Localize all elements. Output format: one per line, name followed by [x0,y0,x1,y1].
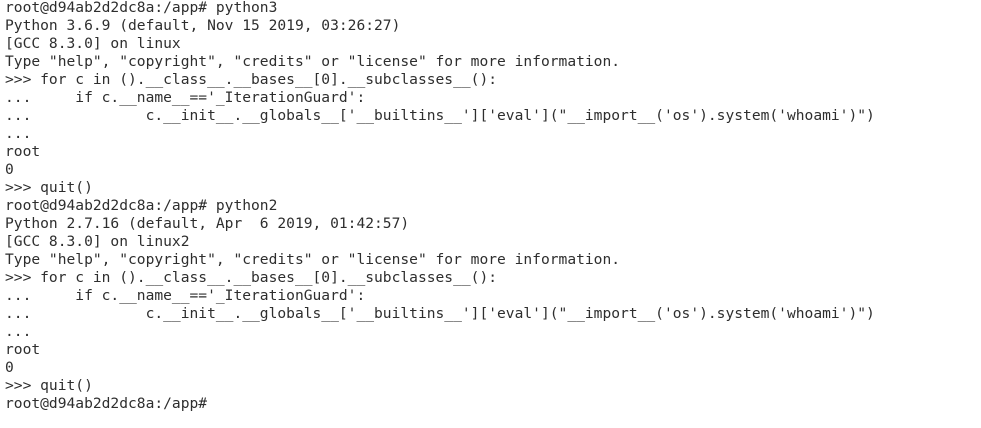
terminal-prompt-text: root@d94ab2d2dc8a:/app# [5,395,216,412]
terminal-line-quit: >>> quit() [5,377,93,394]
terminal-line-continuation: ... [5,125,32,142]
terminal-line-for-loop: >>> for c in ().__class__.__bases__[0]._… [5,269,498,286]
terminal-current-prompt[interactable]: root@d94ab2d2dc8a:/app# [5,395,981,413]
terminal-line-gcc-info: [GCC 8.3.0] on linux2 [5,233,190,250]
terminal-line-if-condition: ... if c.__name__=='_IterationGuard': [5,89,366,106]
terminal-line-for-loop: >>> for c in ().__class__.__bases__[0]._… [5,71,498,88]
terminal-window[interactable]: root@d94ab2d2dc8a:/app# python3 Python 3… [0,0,981,427]
terminal-line-python2-version: Python 2.7.16 (default, Apr 6 2019, 01:4… [5,215,410,232]
terminal-line-quit: >>> quit() [5,179,93,196]
terminal-line-help-hint: Type "help", "copyright", "credits" or "… [5,53,621,70]
terminal-line-help-hint: Type "help", "copyright", "credits" or "… [5,251,621,268]
terminal-line-shell-python3: root@d94ab2d2dc8a:/app# python3 [5,0,278,16]
terminal-line-output-zero: 0 [5,359,14,376]
terminal-cursor [216,395,225,411]
terminal-line-gcc-info: [GCC 8.3.0] on linux [5,35,181,52]
terminal-line-eval-call: ... c.__init__.__globals__['__builtins__… [5,305,875,322]
terminal-line-output-zero: 0 [5,161,14,178]
terminal-line-eval-call: ... c.__init__.__globals__['__builtins__… [5,107,875,124]
terminal-line-shell-python2: root@d94ab2d2dc8a:/app# python2 [5,197,278,214]
terminal-line-output-root: root [5,341,41,358]
terminal-line-python3-version: Python 3.6.9 (default, Nov 15 2019, 03:2… [5,17,401,34]
terminal-line-if-condition: ... if c.__name__=='_IterationGuard': [5,287,366,304]
terminal-line-continuation: ... [5,323,32,340]
terminal-line-output-root: root [5,143,41,160]
